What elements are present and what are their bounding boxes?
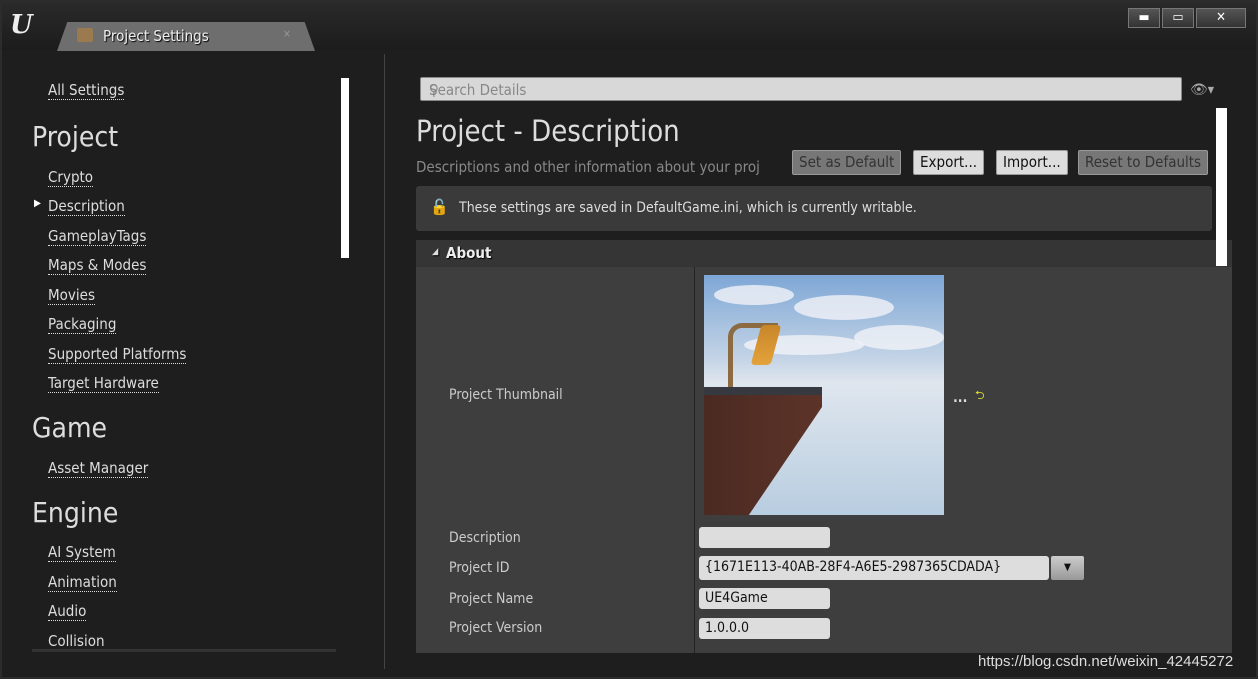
category-engine: Engine xyxy=(32,496,119,529)
sidebar-item-gameplaytags[interactable]: GameplayTags xyxy=(48,228,147,246)
sidebar-item-target-hardware[interactable]: Target Hardware xyxy=(48,375,159,393)
reset-arrow-icon[interactable]: ⮌ xyxy=(975,386,985,407)
set-as-default-button[interactable]: Set as Default xyxy=(792,150,902,175)
sidebar-item-asset-manager[interactable]: Asset Manager xyxy=(48,460,149,478)
sidebar-item-all-settings[interactable]: All Settings xyxy=(48,82,125,100)
project-version-input[interactable]: 1.0.0.0 xyxy=(699,618,830,639)
import-button[interactable]: Import... xyxy=(996,150,1068,175)
reset-to-defaults-button[interactable]: Reset to Defaults xyxy=(1078,150,1209,175)
selected-arrow-icon: ▶ xyxy=(34,198,41,209)
block-side xyxy=(704,395,822,515)
project-settings-window: U Project Settings × ▬ ▭ ✕ All Settings … xyxy=(0,0,1258,679)
description-label: Description xyxy=(449,530,521,546)
project-thumbnail-image[interactable] xyxy=(704,275,944,515)
project-id-input[interactable]: {1671E113-40AB-28F4-A6E5-2987365CDADA} xyxy=(699,556,1049,580)
project-name-input[interactable]: UE4Game xyxy=(699,588,830,609)
notice-text: These settings are saved in DefaultGame.… xyxy=(459,200,917,216)
sidebar-item-ai-system[interactable]: AI System xyxy=(48,544,116,562)
sidebar-item-animation[interactable]: Animation xyxy=(48,574,117,592)
chevron-down-icon[interactable]: ▼ xyxy=(1051,556,1084,580)
section-header-about[interactable]: ◢ About xyxy=(416,240,1232,267)
settings-folder-icon xyxy=(77,28,93,42)
category-game: Game xyxy=(32,411,108,444)
unlocked-icon: 🔓 xyxy=(430,198,449,216)
sidebar-item-maps-modes[interactable]: Maps & Modes xyxy=(48,257,147,275)
project-version-label: Project Version xyxy=(449,620,543,636)
sidebar-item-audio[interactable]: Audio xyxy=(48,603,87,621)
collapse-triangle-icon: ◢ xyxy=(432,247,439,257)
details-scrollbar[interactable] xyxy=(1216,108,1227,266)
config-notice: 🔓 These settings are saved in DefaultGam… xyxy=(416,186,1212,231)
sidebar-scrollbar[interactable] xyxy=(341,78,349,258)
page-title: Project - Description xyxy=(416,114,680,148)
page-subtitle: Descriptions and other information about… xyxy=(416,158,760,176)
sidebar-item-movies[interactable]: Movies xyxy=(48,287,95,305)
view-options-eye-icon[interactable]: 👁▾ xyxy=(1190,82,1214,98)
project-id-label: Project ID xyxy=(449,560,510,576)
column-splitter[interactable] xyxy=(694,267,695,653)
browse-button[interactable]: ... xyxy=(953,390,967,406)
unreal-logo-icon: U xyxy=(10,10,33,40)
title-bar: U Project Settings × ▬ ▭ ✕ xyxy=(2,2,1256,51)
search-icon[interactable]: ⚲ xyxy=(429,81,1175,99)
close-button[interactable]: ✕ xyxy=(1196,8,1246,28)
section-title: About xyxy=(446,244,492,262)
search-input[interactable]: Search Details ⚲ xyxy=(420,77,1182,101)
sidebar-scroll-shadow xyxy=(32,649,336,652)
description-input[interactable] xyxy=(699,527,830,548)
tab-project-settings[interactable]: Project Settings × xyxy=(57,22,315,51)
sidebar-item-supported-platforms[interactable]: Supported Platforms xyxy=(48,346,187,364)
project-name-label: Project Name xyxy=(449,591,534,607)
project-thumbnail-label: Project Thumbnail xyxy=(449,387,563,403)
sidebar-item-crypto[interactable]: Crypto xyxy=(48,169,94,187)
maximize-button[interactable]: ▭ xyxy=(1162,8,1194,28)
minimize-button[interactable]: ▬ xyxy=(1128,8,1160,28)
sidebar-item-packaging[interactable]: Packaging xyxy=(48,316,117,334)
settings-sidebar: All Settings Project Crypto ▶ Descriptio… xyxy=(4,52,384,677)
panel-divider[interactable] xyxy=(384,54,385,669)
sidebar-item-description[interactable]: Description xyxy=(48,198,125,216)
watermark: https://blog.csdn.net/weixin_42445272 xyxy=(978,653,1234,670)
export-button[interactable]: Export... xyxy=(913,150,985,175)
category-project: Project xyxy=(32,120,119,153)
tab-label: Project Settings xyxy=(103,27,209,45)
tab-close-button[interactable]: × xyxy=(283,27,291,40)
